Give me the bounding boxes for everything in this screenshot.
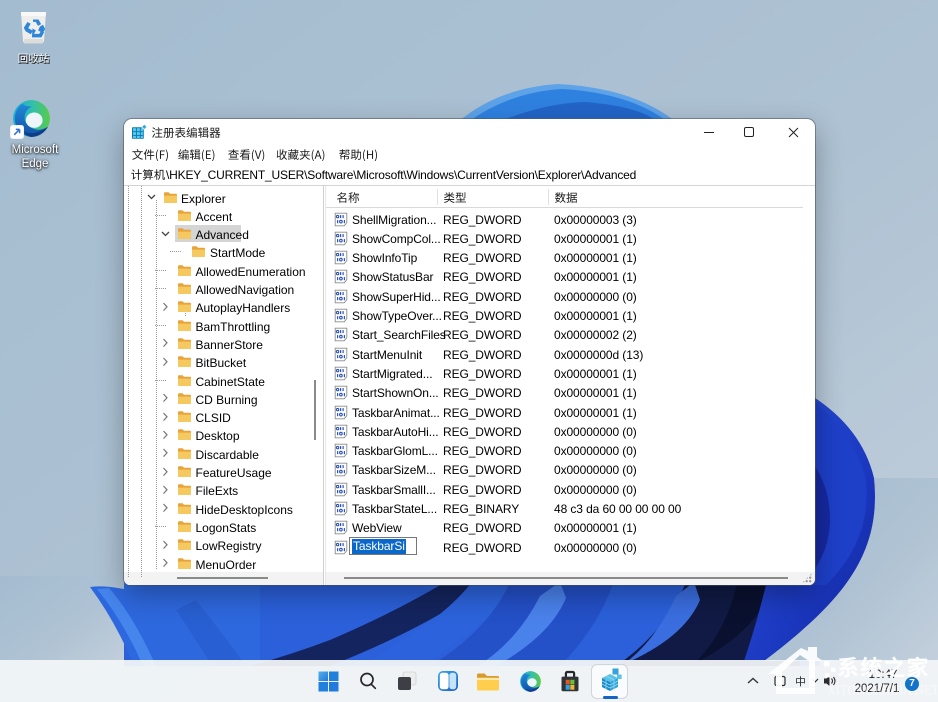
svg-text:XITONGZHIJIA.NET: XITONGZHIJIA.NET	[827, 683, 938, 698]
